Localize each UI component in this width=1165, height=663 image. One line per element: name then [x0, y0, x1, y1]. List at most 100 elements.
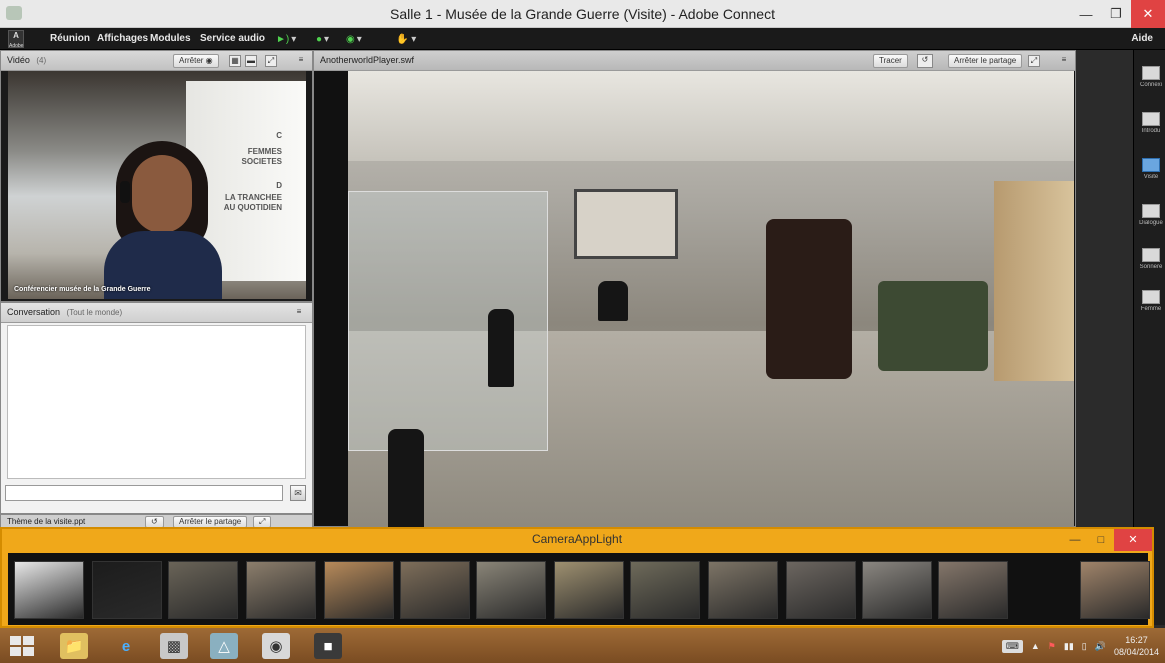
send-message-icon[interactable]: ✉ — [290, 485, 306, 501]
webcam-icon[interactable]: ◉ ▾ — [346, 32, 362, 46]
menu-service-audio[interactable]: Service audio — [200, 33, 265, 44]
windows-start-icon[interactable] — [10, 636, 36, 656]
share-menu-icon[interactable]: ≡ — [1058, 55, 1070, 67]
layout-icon — [1142, 66, 1160, 80]
battery-icon[interactable]: ▯ — [1082, 641, 1087, 652]
share-fullscreen-icon[interactable]: ⤢ — [1028, 55, 1040, 67]
camera-thumbnail[interactable] — [324, 561, 394, 619]
wall-text-c: C — [276, 131, 282, 140]
close-icon[interactable]: ✕ — [1131, 0, 1165, 28]
maximize-icon[interactable]: ❐ — [1101, 0, 1131, 28]
camera-close-icon[interactable]: ✕ — [1114, 529, 1152, 551]
rail-item-dialogue[interactable]: Dialogue — [1138, 204, 1164, 226]
wall-painting — [994, 181, 1074, 381]
video-pod: Vidéo (4) Arrêter ◉ ▦ ▬ ⤢ ≡ C FEMMES SOC… — [0, 50, 313, 302]
wall-text-d: D — [276, 181, 282, 190]
camera-thumbnail[interactable] — [554, 561, 624, 619]
visitor — [488, 309, 514, 387]
chat-pod: Conversation (Tout le monde) ≡ ✉ — [0, 302, 313, 514]
clock-time: 16:27 — [1125, 635, 1148, 645]
stop-video-button[interactable]: Arrêter ◉ — [173, 54, 219, 68]
camera-thumbnail[interactable] — [14, 561, 84, 619]
camera-thumbnail[interactable] — [938, 561, 1008, 619]
stop-share-button[interactable]: Arrêter le partage — [948, 54, 1023, 68]
window-controls: — ❐ ✕ — [1071, 0, 1165, 28]
camera-thumbnail[interactable] — [92, 561, 162, 619]
speaker-icon[interactable]: ►) ▾ — [276, 32, 296, 46]
ppt-pod: Thème de la visite.ppt ↺ Arrêter le part… — [0, 514, 313, 528]
display-case — [348, 191, 548, 451]
adobe-connect-icon[interactable]: ■ — [314, 633, 342, 659]
presenter-face — [132, 155, 192, 233]
camera-thumbnail[interactable] — [246, 561, 316, 619]
layout-icon — [1142, 204, 1160, 218]
menu-reunion[interactable]: Réunion — [50, 33, 90, 44]
app-icon-2[interactable]: △ — [210, 633, 238, 659]
clock-date: 08/04/2014 — [1113, 647, 1159, 657]
video-count: (4) — [36, 56, 47, 65]
chat-messages — [7, 325, 306, 479]
menu-affichages[interactable]: Affichages — [97, 33, 148, 44]
chat-pod-title: Conversation — [7, 307, 61, 317]
menu-bar: A Adobe Réunion Affichages Modules Servic… — [0, 28, 1165, 50]
camera-thumbnail[interactable] — [630, 561, 700, 619]
internet-explorer-icon[interactable]: e — [112, 633, 140, 659]
wall-text-quotidien: AU QUOTIDIEN — [223, 203, 282, 212]
video-pod-title: Vidéo — [7, 55, 30, 65]
chat-menu-icon[interactable]: ≡ — [293, 307, 305, 319]
camera-thumbnail[interactable] — [476, 561, 546, 619]
filmstrip-view-icon[interactable]: ▬ — [245, 55, 257, 67]
camera-maximize-icon[interactable]: □ — [1088, 529, 1114, 551]
adobe-logo: A Adobe — [8, 30, 24, 49]
fullscreen-icon[interactable]: ⤢ — [265, 55, 277, 67]
camera-thumbnail[interactable] — [400, 561, 470, 619]
rail-item-sonnere[interactable]: Sonnere — [1138, 248, 1164, 270]
chat-pod-header: Conversation (Tout le monde) ≡ — [1, 303, 312, 323]
rail-item-connexion[interactable]: Connexi — [1138, 66, 1164, 88]
system-tray: ⌨ ▲ ⚑ ▮▮ ▯ 🔊 16:27 08/04/2014 — [1001, 632, 1159, 660]
sync-icon[interactable]: ↺ — [917, 54, 933, 68]
pod-menu-icon[interactable]: ≡ — [295, 55, 307, 67]
layout-icon — [1142, 248, 1160, 262]
camera-app-controls: — □ ✕ — [1062, 529, 1152, 551]
ppt-pod-title: Thème de la visite.ppt — [7, 517, 86, 526]
file-explorer-icon[interactable]: 📁 — [60, 633, 88, 659]
chat-input[interactable] — [5, 485, 283, 501]
camera-thumbnail[interactable] — [168, 561, 238, 619]
share-pod-title: AnotherworldPlayer.swf — [320, 55, 415, 65]
camera-thumbnail[interactable] — [708, 561, 778, 619]
camera-thumbnail[interactable] — [1080, 561, 1150, 619]
clock[interactable]: 16:27 08/04/2014 — [1114, 634, 1159, 658]
camera-minimize-icon[interactable]: — — [1062, 529, 1088, 551]
camera-thumbnail[interactable] — [786, 561, 856, 619]
tray-expand-icon[interactable]: ▲ — [1031, 641, 1040, 651]
rail-item-introduction[interactable]: Introdu — [1138, 112, 1164, 134]
draw-button[interactable]: Tracer — [873, 54, 908, 68]
projection-screen — [574, 189, 678, 259]
layout-icon — [1142, 290, 1160, 304]
share-pod: AnotherworldPlayer.swf Tracer ↺ Arrêter … — [313, 50, 1076, 529]
rail-item-femme[interactable]: Femme — [1138, 290, 1164, 312]
app-icon-1[interactable]: ▩ — [160, 633, 188, 659]
microphone-icon[interactable]: ● ▾ — [316, 32, 329, 46]
antique-car — [766, 219, 852, 379]
wall-text-tranchee: LA TRANCHEE — [224, 193, 282, 202]
menu-modules[interactable]: Modules — [150, 33, 191, 44]
visitor-with-tablet — [388, 429, 424, 529]
window-title: Salle 1 - Musée de la Grande Guerre (Vis… — [390, 6, 775, 22]
menu-help[interactable]: Aide — [1131, 33, 1153, 44]
rail-item-visite[interactable]: Visite — [1138, 158, 1164, 180]
wall-text-femmes: FEMMES — [247, 147, 282, 156]
shared-video-museum — [348, 71, 1074, 529]
status-icon[interactable]: ✋ ▾ — [396, 32, 416, 46]
webcam-app-icon[interactable]: ◉ — [262, 633, 290, 659]
keyboard-icon[interactable]: ⌨ — [1001, 639, 1023, 653]
volume-icon[interactable]: 🔊 — [1095, 641, 1106, 652]
grid-view-icon[interactable]: ▦ — [229, 55, 241, 67]
network-icon[interactable]: ▮▮ — [1064, 641, 1074, 652]
camera-thumbnail[interactable] — [862, 561, 932, 619]
thumbnail-strip — [8, 553, 1150, 625]
flag-icon[interactable]: ⚑ — [1048, 641, 1056, 652]
minimize-icon[interactable]: — — [1071, 0, 1101, 28]
layout-icon — [1142, 112, 1160, 126]
